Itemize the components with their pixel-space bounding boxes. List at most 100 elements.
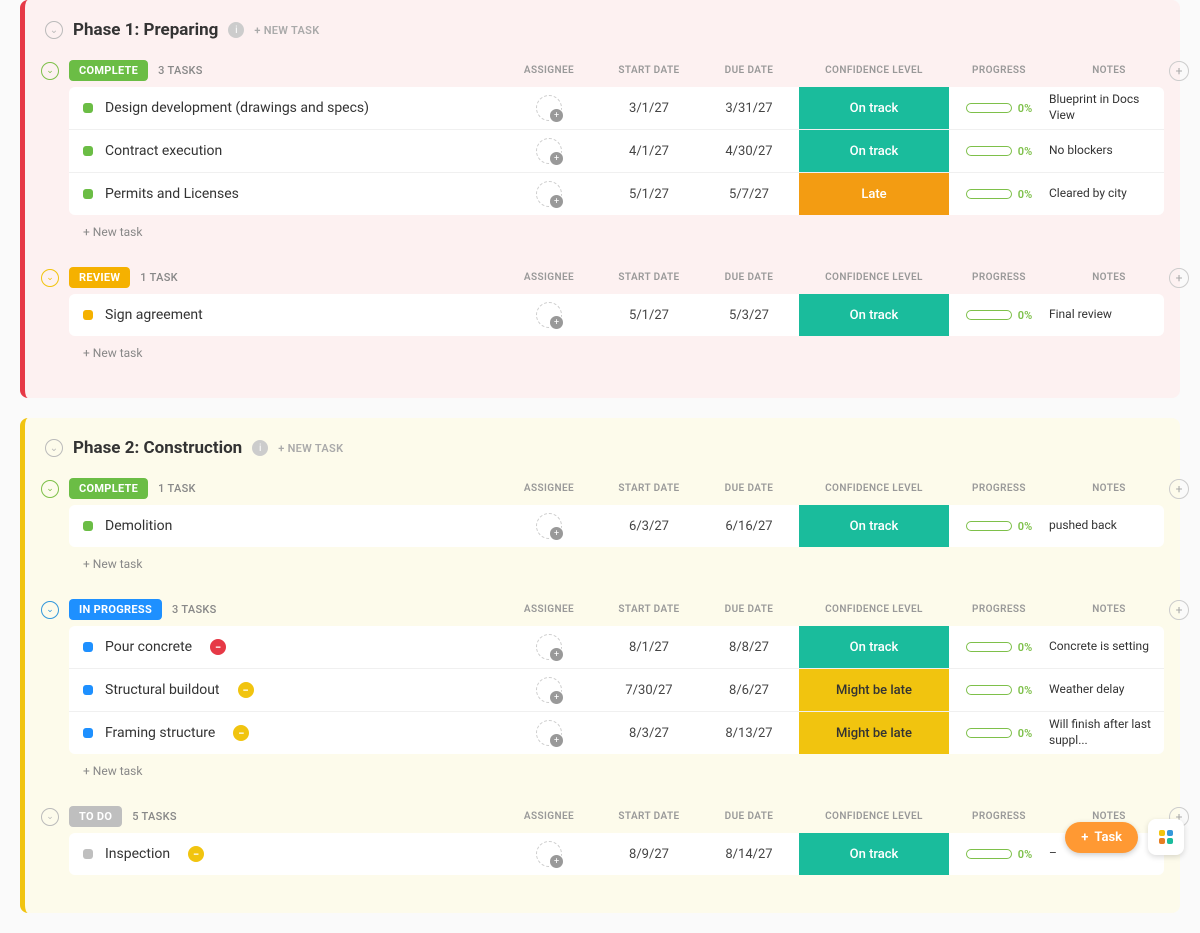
task-count: 3 TASKS bbox=[172, 603, 217, 616]
progress-cell[interactable]: 0% bbox=[949, 188, 1049, 201]
task-row[interactable]: Structural buildout − 7/30/27 8/6/27 Mig… bbox=[69, 669, 1164, 712]
due-date[interactable]: 8/13/27 bbox=[699, 726, 799, 741]
notes-cell[interactable]: Blueprint in Docs View bbox=[1049, 92, 1164, 123]
notes-cell[interactable]: pushed back bbox=[1049, 518, 1164, 534]
notes-cell[interactable]: Concrete is setting bbox=[1049, 639, 1164, 655]
info-icon[interactable]: i bbox=[228, 22, 244, 38]
new-task-top-link[interactable]: + NEW TASK bbox=[278, 442, 343, 455]
progress-bar bbox=[966, 642, 1012, 652]
info-icon[interactable]: i bbox=[252, 440, 268, 456]
add-column-button[interactable]: + bbox=[1169, 268, 1189, 288]
collapse-group-button[interactable]: ⌄ bbox=[41, 269, 59, 287]
collapse-phase-button[interactable]: ⌄ bbox=[45, 439, 63, 457]
start-date[interactable]: 6/3/27 bbox=[599, 519, 699, 534]
notes-cell[interactable]: Final review bbox=[1049, 307, 1164, 323]
task-row[interactable]: Pour concrete − 8/1/27 8/8/27 On track 0… bbox=[69, 626, 1164, 669]
start-date[interactable]: 4/1/27 bbox=[599, 144, 699, 159]
notes-cell[interactable]: No blockers bbox=[1049, 143, 1164, 159]
assign-user-button[interactable] bbox=[536, 302, 562, 328]
status-pill[interactable]: COMPLETE bbox=[69, 478, 148, 499]
confidence-cell[interactable]: On track bbox=[799, 87, 949, 129]
new-task-top-link[interactable]: + NEW TASK bbox=[254, 24, 319, 37]
collapse-group-button[interactable]: ⌄ bbox=[41, 62, 59, 80]
new-task-fab[interactable]: + Task bbox=[1065, 822, 1138, 853]
task-row[interactable]: Sign agreement 5/1/27 5/3/27 On track 0%… bbox=[69, 294, 1164, 336]
assign-user-button[interactable] bbox=[536, 181, 562, 207]
confidence-cell[interactable]: Late bbox=[799, 173, 949, 215]
start-date[interactable]: 5/1/27 bbox=[599, 187, 699, 202]
col-progress: PROGRESS bbox=[949, 483, 1049, 494]
col-assignee: ASSIGNEE bbox=[499, 483, 599, 494]
start-date[interactable]: 7/30/27 bbox=[599, 683, 699, 698]
assign-user-button[interactable] bbox=[536, 677, 562, 703]
priority-badge: − bbox=[233, 725, 249, 741]
collapse-group-button[interactable]: ⌄ bbox=[41, 480, 59, 498]
due-date[interactable]: 5/3/27 bbox=[699, 308, 799, 323]
task-row[interactable]: Contract execution 4/1/27 4/30/27 On tra… bbox=[69, 130, 1164, 173]
status-pill[interactable]: IN PROGRESS bbox=[69, 599, 162, 620]
due-date[interactable]: 8/6/27 bbox=[699, 683, 799, 698]
apps-button[interactable] bbox=[1148, 819, 1184, 855]
due-date[interactable]: 3/31/27 bbox=[699, 101, 799, 116]
start-date[interactable]: 3/1/27 bbox=[599, 101, 699, 116]
task-name: Inspection bbox=[105, 846, 170, 862]
assign-user-button[interactable] bbox=[536, 841, 562, 867]
due-date[interactable]: 5/7/27 bbox=[699, 187, 799, 202]
confidence-cell[interactable]: On track bbox=[799, 294, 949, 336]
status-dot bbox=[83, 103, 93, 113]
new-task-link[interactable]: + New task bbox=[41, 215, 1164, 239]
confidence-cell[interactable]: On track bbox=[799, 626, 949, 668]
notes-cell[interactable]: Will finish after last suppl... bbox=[1049, 717, 1164, 748]
task-row[interactable]: Demolition 6/3/27 6/16/27 On track 0% pu… bbox=[69, 505, 1164, 547]
collapse-group-button[interactable]: ⌄ bbox=[41, 808, 59, 826]
assign-user-button[interactable] bbox=[536, 634, 562, 660]
progress-cell[interactable]: 0% bbox=[949, 102, 1049, 115]
add-column-button[interactable]: + bbox=[1169, 479, 1189, 499]
progress-cell[interactable]: 0% bbox=[949, 727, 1049, 740]
due-date[interactable]: 6/16/27 bbox=[699, 519, 799, 534]
progress-cell[interactable]: 0% bbox=[949, 520, 1049, 533]
new-task-link[interactable]: + New task bbox=[41, 547, 1164, 571]
confidence-cell[interactable]: On track bbox=[799, 505, 949, 547]
plus-icon: + bbox=[1081, 830, 1088, 845]
new-task-link[interactable]: + New task bbox=[41, 336, 1164, 360]
progress-pct: 0% bbox=[1018, 520, 1032, 533]
progress-cell[interactable]: 0% bbox=[949, 848, 1049, 861]
assign-user-button[interactable] bbox=[536, 720, 562, 746]
task-row[interactable]: Permits and Licenses 5/1/27 5/7/27 Late … bbox=[69, 173, 1164, 215]
status-pill[interactable]: COMPLETE bbox=[69, 60, 148, 81]
progress-cell[interactable]: 0% bbox=[949, 309, 1049, 322]
start-date[interactable]: 8/3/27 bbox=[599, 726, 699, 741]
new-task-link[interactable]: + New task bbox=[41, 754, 1164, 778]
confidence-cell[interactable]: On track bbox=[799, 833, 949, 875]
due-date[interactable]: 8/14/27 bbox=[699, 847, 799, 862]
start-date[interactable]: 8/1/27 bbox=[599, 640, 699, 655]
start-date[interactable]: 5/1/27 bbox=[599, 308, 699, 323]
confidence-cell[interactable]: Might be late bbox=[799, 712, 949, 754]
collapse-phase-button[interactable]: ⌄ bbox=[45, 21, 63, 39]
status-group: ⌄ REVIEW 1 TASK ASSIGNEE START DATE DUE … bbox=[41, 261, 1164, 360]
col-notes: NOTES bbox=[1049, 65, 1169, 76]
assign-user-button[interactable] bbox=[536, 138, 562, 164]
confidence-cell[interactable]: On track bbox=[799, 130, 949, 172]
task-row[interactable]: Framing structure − 8/3/27 8/13/27 Might… bbox=[69, 712, 1164, 754]
add-column-button[interactable]: + bbox=[1169, 61, 1189, 81]
status-pill[interactable]: TO DO bbox=[69, 806, 122, 827]
notes-cell[interactable]: Cleared by city bbox=[1049, 186, 1164, 202]
confidence-cell[interactable]: Might be late bbox=[799, 669, 949, 711]
due-date[interactable]: 4/30/27 bbox=[699, 144, 799, 159]
task-row[interactable]: Design development (drawings and specs) … bbox=[69, 87, 1164, 130]
progress-cell[interactable]: 0% bbox=[949, 684, 1049, 697]
notes-cell[interactable]: Weather delay bbox=[1049, 682, 1164, 698]
progress-cell[interactable]: 0% bbox=[949, 145, 1049, 158]
start-date[interactable]: 8/9/27 bbox=[599, 847, 699, 862]
task-row[interactable]: Inspection − 8/9/27 8/14/27 On track 0% … bbox=[69, 833, 1164, 875]
progress-cell[interactable]: 0% bbox=[949, 641, 1049, 654]
collapse-group-button[interactable]: ⌄ bbox=[41, 601, 59, 619]
add-column-button[interactable]: + bbox=[1169, 600, 1189, 620]
due-date[interactable]: 8/8/27 bbox=[699, 640, 799, 655]
assign-user-button[interactable] bbox=[536, 95, 562, 121]
assign-user-button[interactable] bbox=[536, 513, 562, 539]
status-pill[interactable]: REVIEW bbox=[69, 267, 130, 288]
task-name: Design development (drawings and specs) bbox=[105, 100, 369, 116]
